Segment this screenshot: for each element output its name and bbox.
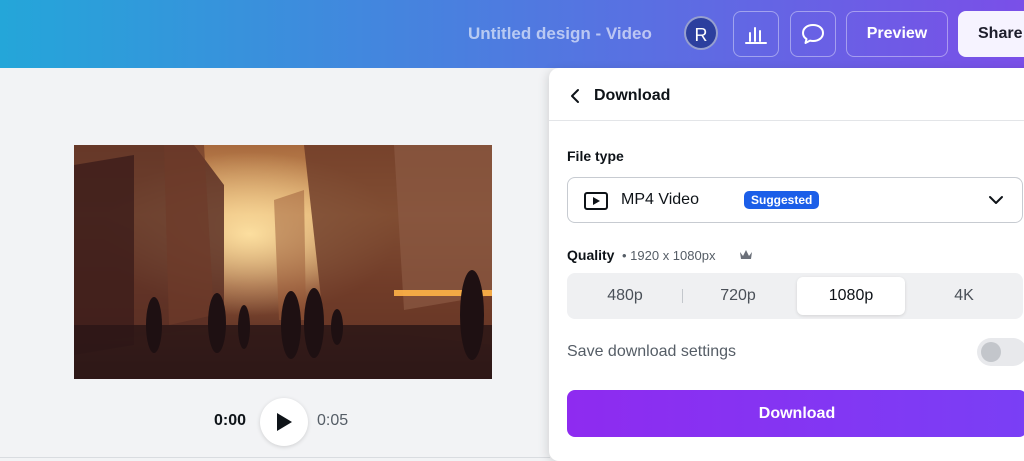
- comment-button[interactable]: [790, 11, 836, 57]
- save-settings-toggle[interactable]: [977, 338, 1024, 366]
- video-file-icon: [584, 192, 608, 210]
- city-street-image: [74, 145, 492, 379]
- current-time: 0:00: [214, 412, 247, 429]
- analytics-icon: [745, 27, 767, 44]
- divider: [682, 289, 683, 303]
- design-title[interactable]: Untitled design - Video: [468, 24, 652, 44]
- download-panel: Download File type MP4 Video Suggested Q…: [549, 68, 1024, 461]
- save-settings-label: Save download settings: [567, 343, 736, 360]
- play-button[interactable]: [260, 398, 308, 446]
- toggle-knob: [981, 342, 1001, 362]
- avatar[interactable]: R: [684, 16, 718, 50]
- play-icon: [277, 413, 292, 431]
- crown-icon: [740, 250, 752, 259]
- top-bar: Untitled design - Video R Preview Share: [0, 0, 1024, 68]
- suggested-badge: Suggested: [744, 191, 820, 209]
- quality-detail: • 1920 x 1080px: [622, 248, 716, 263]
- share-button[interactable]: Share: [958, 11, 1024, 57]
- panel-header: Download: [549, 68, 1024, 121]
- video-preview[interactable]: [74, 145, 492, 379]
- chevron-down-icon: [989, 196, 1003, 204]
- file-type-select[interactable]: MP4 Video Suggested: [567, 177, 1023, 223]
- end-time: 0:05: [317, 412, 349, 429]
- panel-title: Download: [594, 87, 671, 104]
- quality-option-1080p[interactable]: 1080p: [797, 277, 905, 315]
- quality-label: Quality: [567, 247, 615, 263]
- analytics-button[interactable]: [733, 11, 779, 57]
- download-button[interactable]: Download: [567, 390, 1024, 437]
- quality-selector: 480p 720p 1080p 4K: [567, 273, 1023, 319]
- file-type-value: MP4 Video: [621, 191, 699, 208]
- quality-option-4k[interactable]: 4K: [910, 277, 1018, 315]
- quality-option-480p[interactable]: 480p: [571, 277, 679, 315]
- divider: [0, 457, 550, 458]
- file-type-label: File type: [567, 148, 624, 164]
- quality-option-720p[interactable]: 720p: [684, 277, 792, 315]
- preview-button[interactable]: Preview: [846, 11, 948, 57]
- comment-icon: [802, 24, 824, 44]
- back-chevron-icon[interactable]: [569, 88, 581, 104]
